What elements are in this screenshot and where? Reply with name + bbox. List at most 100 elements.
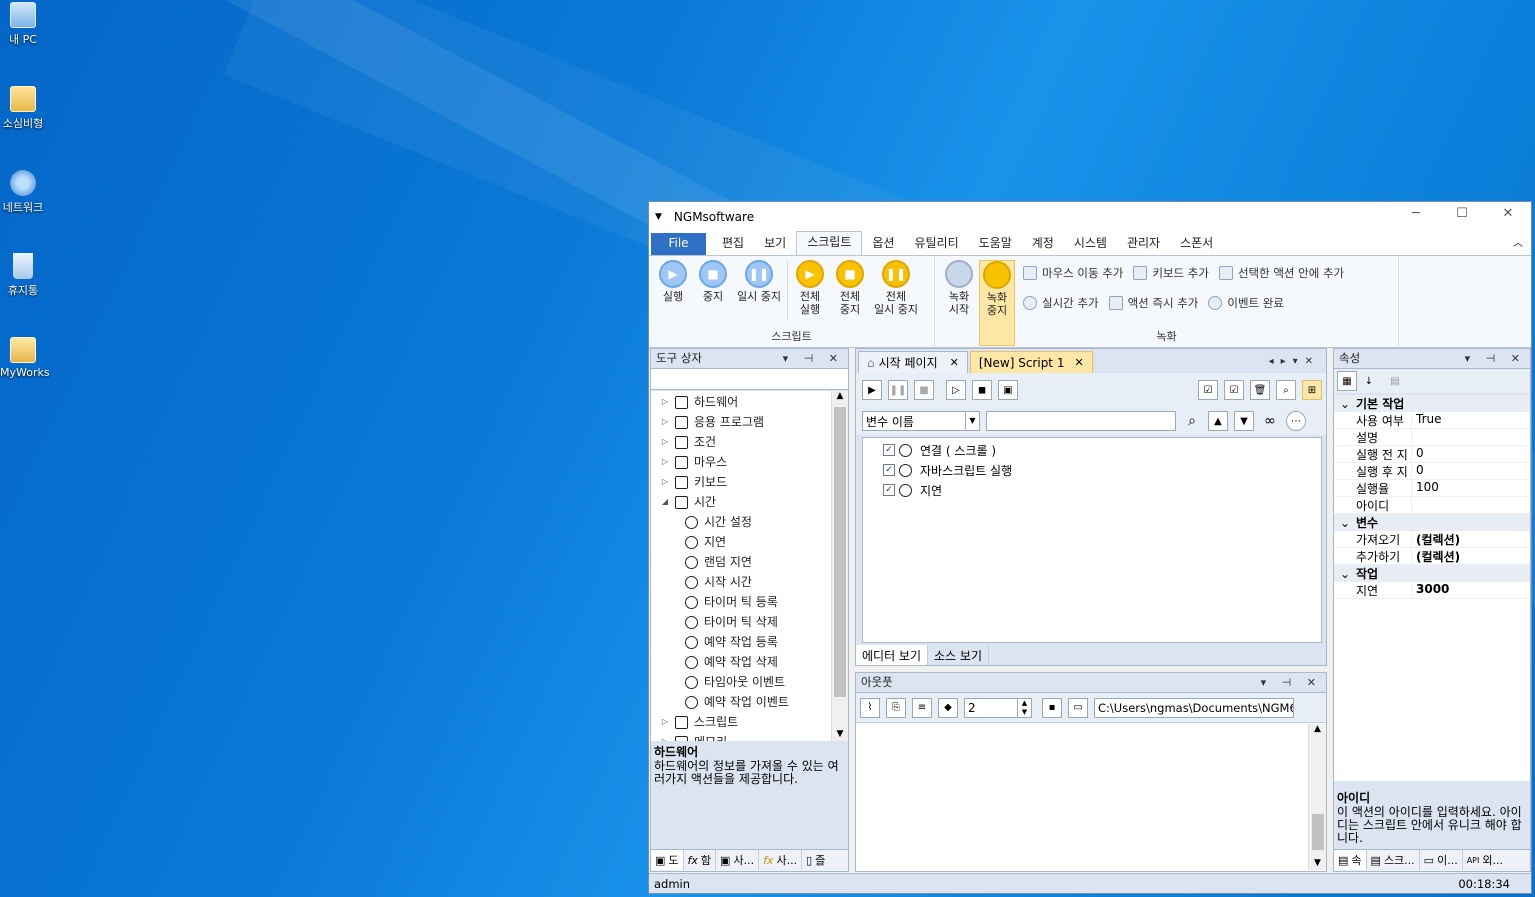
tab-external[interactable]: API 외... bbox=[1463, 850, 1507, 870]
toolbox-scrollbar[interactable]: ▲ ▼ bbox=[831, 391, 848, 741]
toolbox-item[interactable]: 예약 작업 등록 bbox=[651, 632, 831, 652]
action-checkbox[interactable]: ✓ bbox=[883, 464, 895, 476]
tab-images[interactable]: ▭ 이... bbox=[1420, 850, 1463, 870]
property-row[interactable]: 지연 3000 bbox=[1334, 582, 1530, 599]
menu-script[interactable]: 스크립트 bbox=[796, 231, 863, 255]
add-mouse-move-button[interactable]: 마우스 이동 추가 bbox=[1023, 260, 1123, 286]
toolbox-item[interactable]: 랜덤 지연 bbox=[651, 552, 831, 572]
scroll-thumb[interactable] bbox=[834, 407, 846, 697]
tab-favorites[interactable]: ▯ 즐 bbox=[802, 850, 829, 870]
delete-icon[interactable]: 🗑 bbox=[1250, 380, 1270, 400]
tab-editor-view[interactable]: 에디터 보기 bbox=[856, 645, 929, 665]
chevron-down-icon[interactable]: ▼ bbox=[965, 412, 979, 430]
property-value[interactable] bbox=[1412, 429, 1416, 445]
toolbox-item[interactable]: ▷ 키보드 bbox=[651, 472, 831, 492]
stepper-arrows-icon[interactable]: ▲ ▼ bbox=[1017, 698, 1031, 717]
menu-system[interactable]: 시스템 bbox=[1064, 233, 1117, 255]
desktop-icon-my-pc[interactable]: 내 PC bbox=[0, 2, 46, 47]
output-path-input[interactable]: C:\Users\ngmas\Documents\NGM6\ bbox=[1094, 697, 1294, 718]
scroll-down-icon[interactable]: ▼ bbox=[832, 729, 848, 739]
scroll-down-icon[interactable]: ▼ bbox=[1309, 858, 1326, 868]
property-row[interactable]: 설명 bbox=[1334, 429, 1530, 446]
search-icon[interactable]: ⌕ bbox=[1276, 380, 1296, 400]
tab-functions[interactable]: fx 함 bbox=[684, 850, 717, 870]
tab-script-list[interactable]: ▤ 스크... bbox=[1367, 850, 1420, 870]
panel-buttons[interactable]: ▾ ⊣ ✕ bbox=[1465, 349, 1526, 368]
close-tab-icon[interactable]: ✕ bbox=[950, 353, 959, 373]
toolbox-item[interactable]: 시작 시간 bbox=[651, 572, 831, 592]
toolbox-item[interactable]: 예약 작업 삭제 bbox=[651, 652, 831, 672]
output-scrollbar[interactable]: ▲ ▼ bbox=[1308, 724, 1326, 870]
toolbox-item[interactable]: 시간 설정 bbox=[651, 512, 831, 532]
property-category[interactable]: ⌄ 작업 bbox=[1334, 565, 1530, 582]
more-icon[interactable]: ⋯ bbox=[1286, 411, 1306, 431]
property-value[interactable]: 0 bbox=[1412, 463, 1424, 479]
variable-combo[interactable]: 변수 이름 ▼ bbox=[862, 411, 980, 431]
stop-script-icon[interactable]: ■ bbox=[914, 380, 934, 400]
move-up-icon[interactable]: ▲ bbox=[1208, 411, 1228, 431]
action-checkbox[interactable]: ✓ bbox=[883, 444, 895, 456]
menu-edit[interactable]: 편집 bbox=[712, 233, 754, 255]
chevron-down-icon[interactable]: ⌄ bbox=[1340, 567, 1356, 581]
toolbox-search-input[interactable] bbox=[651, 369, 848, 390]
expand-icon[interactable]: ▷ bbox=[659, 712, 671, 732]
desktop-icon-myworks[interactable]: MyWorks bbox=[0, 337, 50, 379]
close-button[interactable]: ✕ bbox=[1485, 206, 1531, 228]
run-frame-icon[interactable]: ▣ bbox=[998, 380, 1018, 400]
sort-alpha-icon[interactable]: ↓ bbox=[1359, 371, 1379, 391]
action-checkbox[interactable]: ✓ bbox=[883, 484, 895, 496]
menu-file[interactable]: File bbox=[651, 233, 706, 255]
tab-script-1[interactable]: [New] Script 1 ✕ bbox=[969, 351, 1093, 373]
expand-icon[interactable]: ▷ bbox=[659, 732, 671, 741]
menu-sponsor[interactable]: 스폰서 bbox=[1170, 233, 1223, 255]
property-row[interactable]: 아이디 bbox=[1334, 497, 1530, 514]
scroll-up-icon[interactable]: ▲ bbox=[1309, 724, 1326, 734]
property-value[interactable] bbox=[1412, 497, 1416, 513]
line-count-stepper[interactable]: 2 ▲ ▼ bbox=[964, 697, 1032, 718]
menu-admin[interactable]: 관리자 bbox=[1117, 233, 1170, 255]
expand-icon[interactable]: ▷ bbox=[659, 452, 671, 472]
menu-view[interactable]: 보기 bbox=[754, 233, 796, 255]
action-item[interactable]: ✓ 자바스크립트 실행 bbox=[883, 460, 1321, 480]
tab-toolbox[interactable]: ▣ 도 bbox=[651, 850, 684, 870]
broom-icon[interactable]: ⌇ bbox=[860, 697, 880, 718]
property-value[interactable]: 3000 bbox=[1412, 582, 1449, 598]
loop-icon[interactable]: ∞ bbox=[1260, 411, 1280, 431]
chevron-down-icon[interactable]: ⌄ bbox=[1340, 516, 1356, 530]
title-bar[interactable]: ▼ NGMsoftware ─ ☐ ✕ bbox=[649, 202, 1531, 232]
desktop-icon-network[interactable]: 네트워크 bbox=[0, 170, 46, 215]
property-value[interactable]: 100 bbox=[1412, 480, 1439, 496]
tab-source-view[interactable]: 소스 보기 bbox=[928, 645, 989, 665]
tree-view-icon[interactable]: ⊞ bbox=[1302, 380, 1322, 400]
chevron-down-icon[interactable]: ⌄ bbox=[1340, 397, 1356, 411]
toolbox-item[interactable]: ▷ 메모리 bbox=[651, 732, 831, 741]
eraser-icon[interactable]: ◆ bbox=[938, 697, 958, 718]
property-value[interactable]: (컬렉션) bbox=[1412, 531, 1460, 547]
tab-nav-buttons[interactable]: ◂▸▾✕ bbox=[1269, 351, 1320, 373]
property-row[interactable]: 가져오기 (컬렉션) bbox=[1334, 531, 1530, 548]
pause-script-icon[interactable]: ❚❚ bbox=[888, 380, 908, 400]
toolbox-item[interactable]: ▷ 하드웨어 bbox=[651, 392, 831, 412]
close-tab-icon[interactable]: ✕ bbox=[1074, 353, 1083, 373]
property-row[interactable]: 사용 여부 True bbox=[1334, 412, 1530, 429]
minimize-button[interactable]: ─ bbox=[1393, 206, 1439, 228]
scroll-thumb[interactable] bbox=[1312, 814, 1324, 850]
tab-properties[interactable]: ▤ 속 bbox=[1334, 850, 1367, 870]
toolbox-item[interactable]: 타이머 틱 등록 bbox=[651, 592, 831, 612]
property-value[interactable]: (컬렉션) bbox=[1412, 548, 1460, 564]
desktop-icon-recycle-bin[interactable]: 휴지통 bbox=[0, 253, 46, 298]
run-step-icon[interactable]: ◼ bbox=[972, 380, 992, 400]
variable-value-input[interactable] bbox=[986, 411, 1176, 431]
property-category[interactable]: ⌄ 기본 작업 bbox=[1334, 395, 1530, 412]
scroll-up-icon[interactable]: ▲ bbox=[832, 391, 848, 401]
panel-buttons[interactable]: ▾ ⊣ ✕ bbox=[783, 349, 844, 368]
maximize-button[interactable]: ☐ bbox=[1439, 206, 1485, 228]
property-value[interactable]: True bbox=[1412, 412, 1442, 428]
property-category[interactable]: ⌄ 변수 bbox=[1334, 514, 1530, 531]
categorized-icon[interactable]: ▦ bbox=[1337, 371, 1357, 391]
menu-utility[interactable]: 유틸리티 bbox=[904, 233, 968, 255]
window-menu-icon[interactable]: ▼ bbox=[655, 212, 662, 222]
add-into-selected-button[interactable]: 선택한 액션 안에 추가 bbox=[1218, 260, 1344, 286]
check-all-icon[interactable]: ☑ bbox=[1198, 380, 1218, 400]
run-selected-icon[interactable]: ▷ bbox=[946, 380, 966, 400]
